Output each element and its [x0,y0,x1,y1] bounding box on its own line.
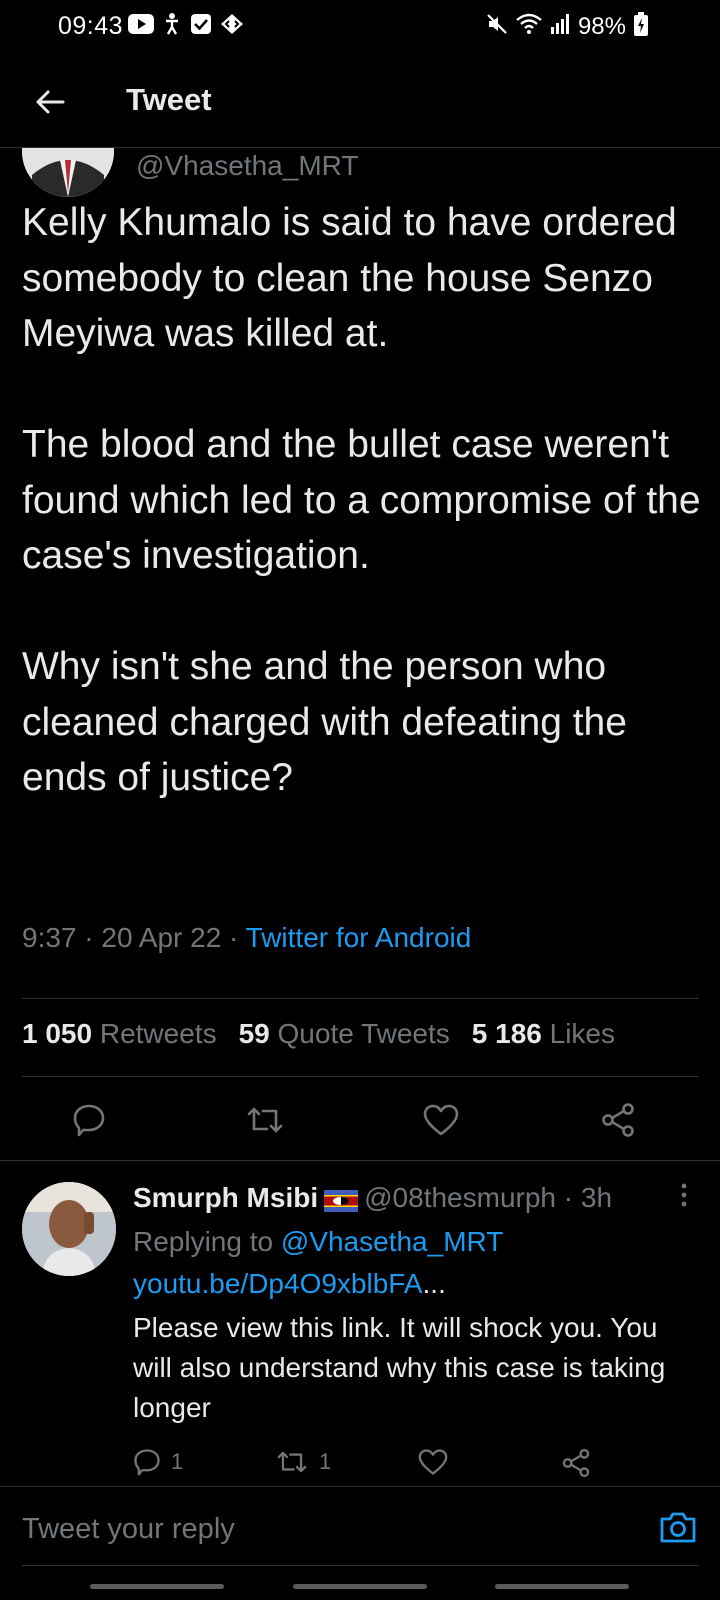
tweet-stats: 1 050 Retweets 59 Quote Tweets 5 186 Lik… [22,1018,615,1050]
back-button[interactable] [30,82,70,122]
reply-count: 1 [171,1449,184,1474]
reply-like-button[interactable] [418,1448,448,1476]
status-time: 09:43 [58,12,124,40]
divider [22,998,699,999]
comment-icon [134,1449,160,1476]
reply-avatar[interactable] [22,1182,116,1276]
nav-recents-handle[interactable] [90,1584,224,1589]
system-navigation-bar [0,1576,720,1600]
replying-prefix: Replying to [133,1226,281,1257]
composer-underline [22,1565,699,1566]
link-ellipsis: ... [422,1268,446,1299]
top-app-bar: Tweet [0,60,720,148]
page-title: Tweet [126,82,212,117]
heart-icon [423,1104,459,1136]
meta-separator: · [221,922,246,953]
like-button[interactable] [419,1098,463,1142]
retweet-icon [247,1107,283,1133]
meta-separator: · [76,922,102,953]
signal-icon [550,13,570,40]
divider [22,1076,699,1077]
reply-link-line: youtu.be/Dp4O9xblbFA... [133,1268,446,1300]
youtube-link[interactable]: youtu.be/Dp4O9xblbFA [133,1268,423,1299]
youtube-icon [128,14,154,39]
likes-stat[interactable]: 5 186 Likes [472,1018,615,1050]
retweet-button[interactable] [243,1098,287,1142]
more-vertical-icon [681,1183,687,1207]
comment-icon [73,1104,105,1137]
reply-reply-button[interactable]: 1 [133,1448,183,1476]
battery-level: 98% [577,12,626,40]
reply-retweet-button[interactable]: 1 [275,1448,331,1476]
status-bar: 09:43 98% [0,0,720,56]
more-options-button[interactable] [672,1180,696,1210]
notification-icons [128,12,244,41]
divider [0,1160,720,1161]
tweet-actions [0,1098,720,1142]
camera-icon [660,1512,696,1543]
tweet-source-link[interactable]: Twitter for Android [246,922,472,953]
reply-header: Smurph Msibi @08thesmurph · 3h [133,1182,612,1214]
share-icon [562,1448,590,1478]
tweet-text: Kelly Khumalo is said to have ordered so… [22,201,701,799]
eswatini-flag-icon [324,1187,359,1212]
reply-actions: 1 1 [133,1448,693,1482]
reply-author-name[interactable]: Smurph Msibi [133,1182,318,1214]
wifi-icon [516,13,542,40]
share-button[interactable] [596,1098,640,1142]
tweet-date: 20 Apr 22 [101,922,222,953]
reply-input[interactable] [22,1507,622,1551]
tweet-time: 9:37 [22,922,77,953]
retweets-stat[interactable]: 1 050 Retweets [22,1018,217,1050]
checkbox-icon [190,13,212,40]
camera-button[interactable] [658,1507,698,1547]
reply-button[interactable] [67,1098,111,1142]
replying-to-handle[interactable]: @Vhasetha_MRT [281,1226,503,1257]
reply-share-button[interactable] [561,1448,591,1478]
nav-home-handle[interactable] [293,1584,427,1589]
retweet-count: 1 [319,1449,332,1474]
nav-back-handle[interactable] [495,1584,629,1589]
quote-tweets-stat[interactable]: 59 Quote Tweets [239,1018,450,1050]
share-icon [602,1103,634,1137]
mute-icon [486,13,508,40]
accessibility-icon [162,12,182,41]
retweet-icon [277,1451,307,1473]
reply-handle-time: @08thesmurph · 3h [364,1182,613,1213]
arrow-left-icon [36,90,65,114]
system-icons: 98% [486,12,648,41]
replying-to-line: Replying to @Vhasetha_MRT [133,1226,503,1258]
code-icon [220,13,244,40]
reply-text: Please view this link. It will shock you… [133,1312,666,1423]
heart-icon [418,1449,448,1475]
battery-charging-icon [634,12,648,41]
tweet-meta: 9:37 · 20 Apr 22 · Twitter for Android [22,922,471,954]
author-handle[interactable]: @Vhasetha_MRT [136,150,358,182]
